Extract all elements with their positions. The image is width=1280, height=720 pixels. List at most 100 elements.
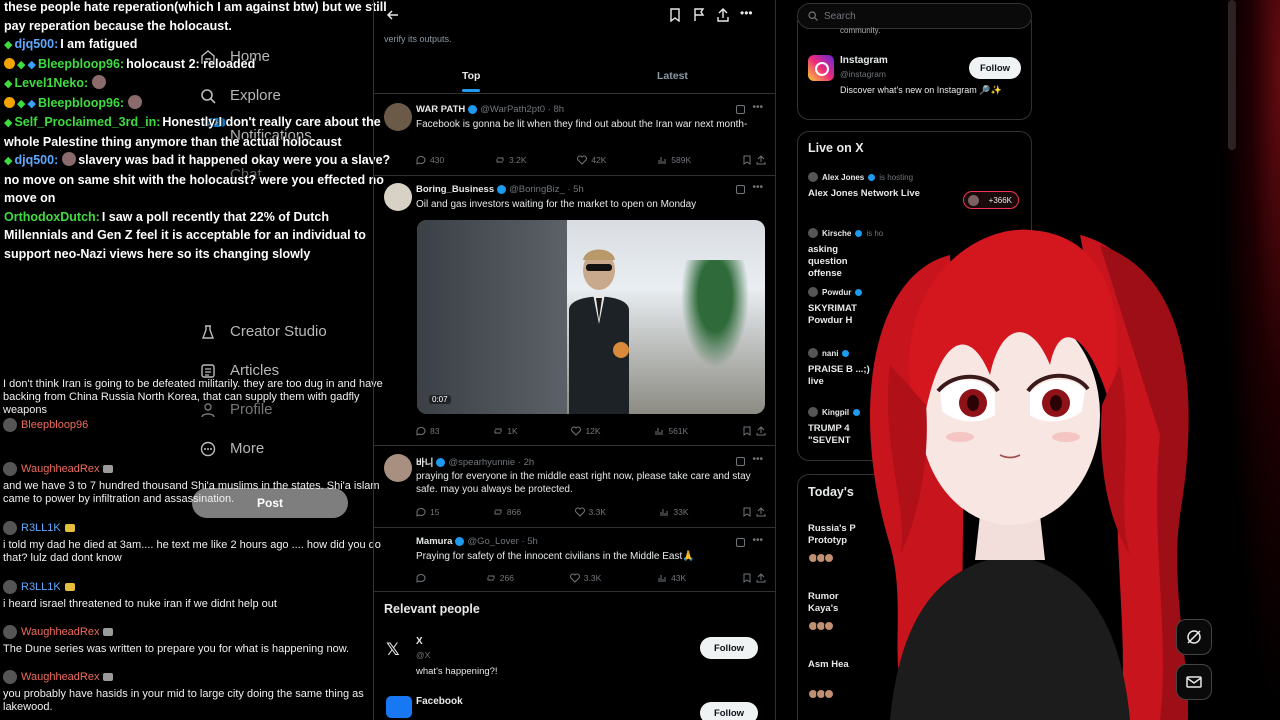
like-button[interactable]: 42K	[577, 155, 606, 165]
repost-button[interactable]: 3.2K	[495, 155, 527, 165]
views-button[interactable]: 33K	[659, 507, 689, 517]
chat-username[interactable]: Bleepbloop96:	[38, 57, 124, 71]
like-count: 42K	[591, 155, 607, 165]
live-host-row: Alex Jones is hosting	[808, 172, 1023, 182]
avatar[interactable]	[3, 418, 17, 432]
avatar[interactable]	[808, 172, 818, 182]
avatar[interactable]	[384, 454, 412, 482]
avatar[interactable]	[808, 407, 818, 417]
chat-text: I am fatigued	[60, 37, 138, 51]
tweet-author[interactable]: Boring_Business	[416, 184, 494, 195]
chat-username[interactable]: Self_Proclaimed_3rd_in:	[14, 115, 160, 129]
follow-button[interactable]: Follow	[700, 637, 758, 659]
repost-button[interactable]: 866	[493, 507, 521, 517]
bookmark-button[interactable]	[742, 426, 766, 436]
like-button[interactable]: 3.3K	[569, 573, 601, 583]
avatar[interactable]	[3, 462, 17, 476]
avatar[interactable]	[3, 521, 17, 535]
follow-button[interactable]: Follow	[969, 57, 1021, 79]
avatar[interactable]	[808, 348, 818, 358]
avatar[interactable]	[3, 670, 17, 684]
tweet-handle: @spearhyunnie · 2h	[448, 456, 535, 468]
views-icon	[658, 157, 666, 164]
person-name[interactable]: Facebook	[416, 696, 463, 707]
tweet-actions: 266 3.3K 43K	[416, 573, 766, 583]
tweet-author[interactable]: WAR PATH	[416, 104, 465, 115]
bookmark-button[interactable]	[742, 155, 766, 165]
tweet-card[interactable]: Boring_Business @BoringBiz_ · 5h ••• Oil…	[374, 176, 775, 446]
verified-badge-icon	[497, 185, 507, 194]
sub-badge-icon	[103, 673, 114, 681]
tweet-author[interactable]: 바니	[416, 455, 433, 469]
chat-username[interactable]: djq500:	[14, 153, 58, 167]
views-icon	[658, 575, 666, 582]
avatar[interactable]	[384, 183, 412, 211]
tab-latest[interactable]: Latest	[657, 70, 688, 82]
avatar[interactable]	[3, 625, 17, 639]
like-button[interactable]: 12K	[571, 426, 601, 436]
share-icon	[756, 573, 766, 583]
tweet-video[interactable]: 0:07	[417, 220, 765, 414]
chat-username[interactable]: djq500:	[14, 37, 58, 51]
avatar[interactable]	[808, 228, 818, 238]
chat-username[interactable]: WaughheadRex	[21, 626, 99, 639]
reply-button[interactable]: 15	[416, 507, 439, 517]
more-options-icon[interactable]: •••	[752, 102, 763, 113]
grok-icon[interactable]	[736, 538, 745, 547]
person-name[interactable]: X	[416, 636, 423, 647]
views-button[interactable]: 561K	[654, 426, 688, 436]
more-options-icon[interactable]: •••	[740, 6, 754, 20]
bookmark-button[interactable]	[742, 573, 766, 583]
tweet-author[interactable]: Mamura	[416, 536, 452, 547]
reply-button[interactable]: 83	[416, 426, 439, 436]
chat-message: ◆ ◆ Bleepbloop96: holocaust 2: reloaded	[4, 55, 396, 75]
grok-icon[interactable]	[736, 105, 745, 114]
relevant-person[interactable]: Facebook Follow	[384, 692, 768, 720]
tweet-card[interactable]: WAR PATH @WarPath2pt0 · 8h ••• Facebook …	[374, 96, 775, 176]
avatar[interactable]	[384, 103, 412, 131]
relevant-person[interactable]: 𝕏 X @X what's happening?! Follow	[384, 632, 768, 680]
views-button[interactable]: 43K	[657, 573, 686, 583]
bookmark-icon[interactable]	[668, 8, 682, 23]
repost-button[interactable]: 266	[486, 573, 514, 583]
grok-icon[interactable]	[736, 457, 745, 466]
tweet-header: Boring_Business @BoringBiz_ · 5h	[416, 184, 584, 195]
tweet-card[interactable]: 바니 @spearhyunnie · 2h ••• praying for ev…	[374, 446, 775, 528]
chat-username[interactable]: WaughheadRex	[21, 671, 99, 684]
reply-button[interactable]: 430	[416, 155, 444, 165]
tweet-text: Oil and gas investors waiting for the ma…	[416, 199, 697, 210]
repost-button[interactable]: 1K	[493, 426, 518, 436]
tab-top[interactable]: Top	[462, 70, 481, 92]
reply-button[interactable]	[416, 573, 430, 583]
grok-button[interactable]	[1176, 619, 1212, 655]
chat-username[interactable]: Level1Neko:	[14, 76, 88, 90]
back-arrow-icon[interactable]	[386, 8, 400, 22]
more-options-icon[interactable]: •••	[752, 454, 763, 465]
chat-username[interactable]: Bleepbloop96:	[38, 96, 124, 110]
chat-username[interactable]: WaughheadRex	[21, 463, 99, 476]
account-name[interactable]: Instagram	[840, 55, 888, 66]
tweet-card[interactable]: Mamura @Go_Lover · 5h ••• Praying for sa…	[374, 528, 775, 592]
more-options-icon[interactable]: •••	[752, 535, 763, 546]
more-options-icon[interactable]: •••	[752, 182, 763, 193]
video-background	[417, 220, 567, 414]
share-icon[interactable]	[716, 8, 730, 22]
bookmark-button[interactable]	[742, 507, 766, 517]
chat-username[interactable]: R3LL1K	[21, 522, 61, 535]
avatar[interactable]	[808, 287, 818, 297]
grok-icon[interactable]	[736, 185, 745, 194]
listener-count[interactable]: +366K	[963, 191, 1019, 209]
like-count: 3.3K	[588, 507, 607, 517]
like-button[interactable]: 3.3K	[574, 507, 607, 517]
follow-button[interactable]: Follow	[700, 702, 758, 720]
share-icon	[756, 155, 766, 165]
messages-button[interactable]	[1176, 664, 1212, 700]
instagram-logo-icon[interactable]	[808, 55, 834, 81]
live-on-x-title: Live on X	[808, 141, 864, 155]
chat-username[interactable]: Bleepbloop96	[21, 419, 88, 432]
chat-username[interactable]: R3LL1K	[21, 581, 61, 594]
avatar[interactable]	[3, 580, 17, 594]
chat-username[interactable]: OrthodoxDutch:	[4, 210, 100, 224]
views-button[interactable]: 589K	[657, 155, 691, 165]
flag-icon[interactable]	[692, 8, 706, 22]
